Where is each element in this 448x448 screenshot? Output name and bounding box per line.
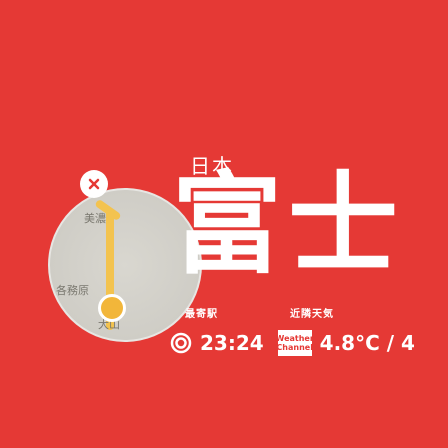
close-button[interactable] — [80, 170, 108, 198]
channel-line1: Weather — [275, 334, 314, 343]
nearest-station-label: 最寄駅 — [185, 309, 218, 320]
location-pin — [98, 294, 126, 322]
clock-icon — [170, 332, 192, 354]
station-name-large: 富士 — [172, 161, 404, 289]
close-icon — [88, 178, 100, 190]
channel-line2: Channel — [276, 343, 313, 352]
weather-channel-icon: Weather Channel — [275, 330, 314, 356]
map-label-kakamigahara: 各務原 — [56, 284, 89, 297]
temperature-readout: 4.8°C / 4 — [319, 331, 415, 355]
current-time: 23:24 — [200, 331, 264, 355]
nearby-weather-label: 近隣天気 — [290, 309, 334, 320]
status-row: 23:24 Weather Channel 4.8°C / 4 — [170, 330, 415, 356]
map-label-mino: 美濃 — [84, 212, 106, 225]
